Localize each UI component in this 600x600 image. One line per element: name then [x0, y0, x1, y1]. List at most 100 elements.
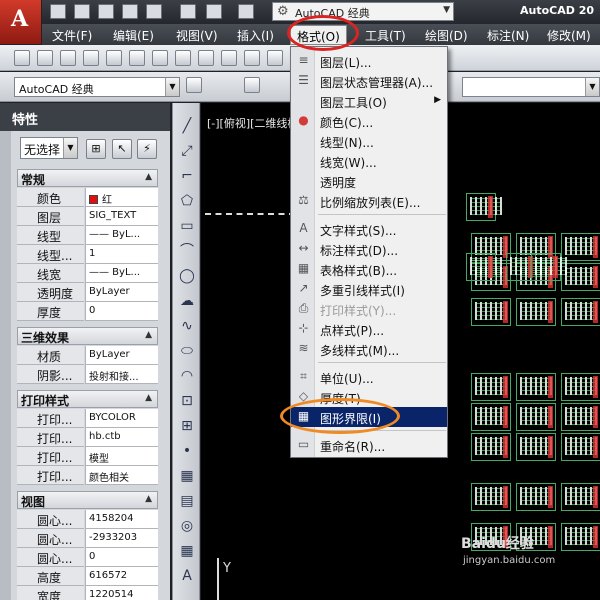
property-value[interactable]: —— ByL... [85, 264, 158, 283]
format-menu-item-17[interactable]: ⌗ 单位(U)... [291, 367, 447, 387]
palette-side-bar[interactable] [0, 131, 11, 600]
workspace-select[interactable]: AutoCAD 经典 ▼ [14, 77, 180, 97]
point-icon[interactable]: • [178, 442, 196, 460]
format-menu-item-21[interactable]: ▭ 重命名(R)... [291, 435, 447, 455]
selection-select[interactable]: 无选择 ▼ [20, 137, 78, 159]
property-row[interactable]: 高度 616572 [17, 567, 158, 586]
property-row[interactable]: 图层 SIG_TEXT [17, 207, 158, 226]
app-menu-button[interactable] [0, 0, 42, 44]
property-row[interactable]: 颜色 红 [17, 188, 158, 207]
print-icon[interactable] [83, 50, 99, 66]
property-value[interactable]: 4158204 [85, 510, 158, 529]
property-value[interactable]: BYCOLOR [85, 409, 158, 428]
format-menu-item-2[interactable]: 图层工具(O) ▶ [291, 91, 447, 111]
redo-icon[interactable] [238, 4, 254, 19]
property-value[interactable]: 红 [85, 188, 158, 207]
menu-6[interactable]: 绘图(D) [425, 27, 468, 44]
format-menu-item-7[interactable]: ⚖ 比例缩放列表(E)... [291, 191, 447, 211]
property-row[interactable]: 阴影... 投射和接... [17, 365, 158, 384]
property-value[interactable]: 颜色相关 [85, 466, 158, 485]
format-menu-item-1[interactable]: ☰ 图层状态管理器(A)... [291, 71, 447, 91]
layer-select[interactable]: ▼ [462, 77, 600, 97]
undo-icon[interactable] [244, 50, 260, 66]
property-row[interactable]: 厚度 0 [17, 302, 158, 321]
gear-icon[interactable] [186, 77, 202, 93]
property-value[interactable]: -2933203 [85, 529, 158, 548]
line-icon[interactable]: ╱ [178, 117, 196, 135]
plot-preview-icon[interactable] [106, 50, 122, 66]
hatch-icon[interactable]: ▦ [178, 467, 196, 485]
cut-icon[interactable] [152, 50, 168, 66]
property-value[interactable]: 0 [85, 548, 158, 567]
toggle-pickadd-icon[interactable]: ⊞ [86, 139, 106, 159]
property-row[interactable]: 打印... hb.ctb [17, 428, 158, 447]
quick-select-icon[interactable]: ⚡ [137, 139, 157, 159]
property-value[interactable]: 0 [85, 302, 158, 321]
save-icon[interactable] [60, 50, 76, 66]
property-row[interactable]: 打印... 颜色相关 [17, 466, 158, 485]
menu-3[interactable]: 插入(I) [237, 27, 274, 44]
redo-icon[interactable] [267, 50, 283, 66]
property-row[interactable]: 材质 ByLayer [17, 346, 158, 365]
section-1[interactable]: 三维效果 ▲ [17, 327, 158, 345]
property-value[interactable]: 投射和接... [85, 365, 158, 384]
new-file-icon[interactable] [50, 4, 66, 19]
revcloud-icon[interactable]: ☁ [178, 292, 196, 310]
property-row[interactable]: 线型 —— ByL... [17, 226, 158, 245]
property-row[interactable]: 线宽 —— ByL... [17, 264, 158, 283]
property-value[interactable]: hb.ctb [85, 428, 158, 447]
insert-block-icon[interactable]: ⊡ [178, 392, 196, 410]
print-icon[interactable] [180, 4, 196, 19]
spline-icon[interactable]: ∿ [178, 317, 196, 335]
menu-1[interactable]: 编辑(E) [113, 27, 154, 44]
gradient-icon[interactable]: ▤ [178, 492, 196, 510]
arc-icon[interactable]: ⌒ [178, 242, 196, 260]
viewport-label[interactable]: [-][俯视][二维线框] [207, 115, 303, 131]
open-icon[interactable] [37, 50, 53, 66]
property-value[interactable]: SIG_TEXT [85, 207, 158, 226]
format-menu-item-15[interactable]: ≋ 多线样式(M)... [291, 339, 447, 359]
format-menu-item-5[interactable]: 线宽(W)... [291, 151, 447, 171]
ellipse-arc-icon[interactable]: ◠ [178, 367, 196, 385]
polyline-icon[interactable]: ⌐ [178, 167, 196, 185]
property-value[interactable]: 1220514 [85, 586, 158, 600]
polygon-icon[interactable]: ⬠ [178, 192, 196, 210]
format-menu-item-3[interactable]: ● 颜色(C)... [291, 111, 447, 131]
property-value[interactable]: 模型 [85, 447, 158, 466]
section-0[interactable]: 常规 ▲ [17, 169, 158, 187]
menu-0[interactable]: 文件(F) [52, 27, 92, 44]
property-row[interactable]: 圆心... 4158204 [17, 510, 158, 529]
copy-icon[interactable] [175, 50, 191, 66]
layer-manager-icon[interactable] [244, 77, 260, 93]
property-row[interactable]: 线型... 1 [17, 245, 158, 264]
new-icon[interactable] [14, 50, 30, 66]
property-value[interactable]: 616572 [85, 567, 158, 586]
menu-8[interactable]: 修改(M) [547, 27, 591, 44]
paste-icon[interactable] [198, 50, 214, 66]
menu-5[interactable]: 工具(T) [365, 27, 406, 44]
match-icon[interactable] [221, 50, 237, 66]
construction-line-icon[interactable]: ⤢ [178, 142, 196, 160]
property-row[interactable]: 圆心... -2933203 [17, 529, 158, 548]
menu-2[interactable]: 视图(V) [176, 27, 218, 44]
property-value[interactable]: ByLayer [85, 283, 158, 302]
format-menu-item-10[interactable]: ↔ 标注样式(D)... [291, 239, 447, 259]
save-copy-icon[interactable] [146, 4, 162, 19]
property-value[interactable]: ByLayer [85, 346, 158, 365]
save-as-icon[interactable] [122, 4, 138, 19]
property-row[interactable]: 宽度 1220514 [17, 586, 158, 600]
property-value[interactable]: 1 [85, 245, 158, 264]
property-row[interactable]: 透明度 ByLayer [17, 283, 158, 302]
format-menu-item-6[interactable]: 透明度 [291, 171, 447, 191]
undo-icon[interactable] [206, 4, 222, 19]
region-icon[interactable]: ◎ [178, 517, 196, 535]
make-block-icon[interactable]: ⊞ [178, 417, 196, 435]
rectangle-icon[interactable]: ▭ [178, 217, 196, 235]
open-file-icon[interactable] [74, 4, 90, 19]
format-menu-item-11[interactable]: ▦ 表格样式(B)... [291, 259, 447, 279]
property-value[interactable]: —— ByL... [85, 226, 158, 245]
format-menu-item-12[interactable]: ↗ 多重引线样式(I) [291, 279, 447, 299]
format-menu-item-0[interactable]: ≡ 图层(L)... [291, 51, 447, 71]
menu-7[interactable]: 标注(N) [487, 27, 529, 44]
circle-icon[interactable]: ◯ [178, 267, 196, 285]
